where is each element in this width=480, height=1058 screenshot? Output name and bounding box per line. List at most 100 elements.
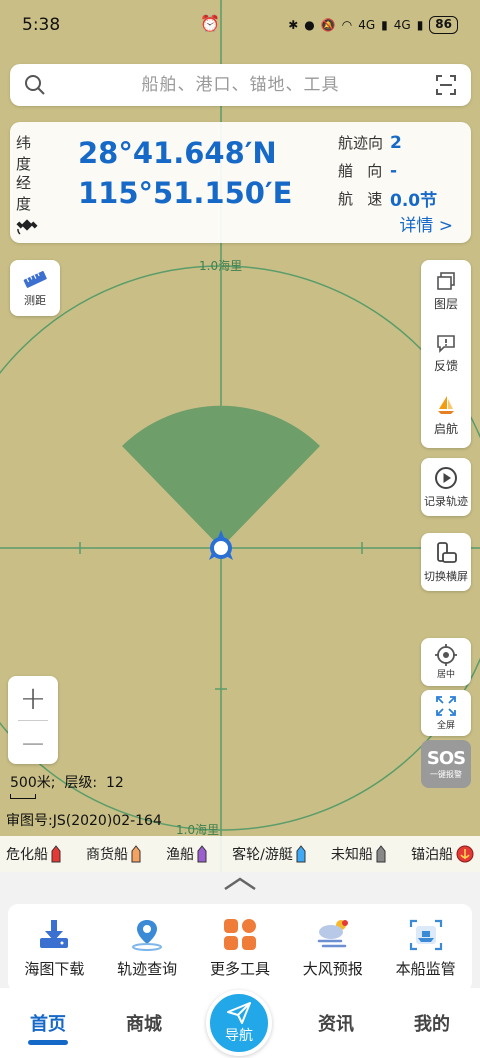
sos-button[interactable]: SOS 一键报警 bbox=[421, 740, 471, 788]
sailboat-icon bbox=[438, 395, 454, 414]
range-label-top: 1.0海里 bbox=[199, 258, 242, 273]
rotate-screen-icon bbox=[437, 541, 457, 563]
network-label-1: 4G bbox=[358, 18, 376, 32]
tool-ship-monitor[interactable]: 本船监管 bbox=[382, 918, 470, 979]
latitude-row: 纬 度 28°41.648′N bbox=[16, 132, 277, 174]
landscape-label: 切换横屏 bbox=[424, 569, 468, 583]
anchored-ship-icon bbox=[456, 845, 474, 863]
fishing-ship-icon bbox=[197, 845, 207, 863]
tab-label: 资讯 bbox=[318, 1014, 354, 1035]
range-label-bottom: 1.0海里 bbox=[176, 822, 219, 837]
sail-button[interactable]: 启航 bbox=[421, 384, 471, 446]
record-track-label: 记录轨迹 bbox=[424, 494, 468, 508]
chevron-up-icon[interactable] bbox=[222, 876, 258, 892]
longitude-label: 经 度 bbox=[16, 174, 42, 213]
fullscreen-icon bbox=[436, 696, 456, 716]
layers-button[interactable]: 图层 bbox=[421, 260, 471, 322]
feedback-button[interactable]: 反馈 bbox=[421, 322, 471, 384]
tool-label: 轨迹查询 bbox=[117, 959, 178, 978]
alarm-icon: ⏰ bbox=[200, 14, 220, 33]
legend-item: 危化船 bbox=[6, 844, 61, 864]
tool-more-tools[interactable]: 更多工具 bbox=[196, 918, 284, 979]
mute-icon: 🔕 bbox=[320, 18, 336, 32]
chart-approval-number: 审图号:JS(2020)02-164 bbox=[6, 813, 162, 829]
unknown-ship-icon bbox=[376, 845, 386, 863]
course-label: 航迹向 bbox=[338, 134, 384, 152]
tool-label: 本船监管 bbox=[395, 959, 456, 978]
measure-button[interactable]: 测距 bbox=[10, 260, 60, 316]
feedback-icon bbox=[437, 334, 455, 353]
play-circle-icon bbox=[435, 466, 457, 489]
navigate-label: 导航 bbox=[225, 1028, 253, 1044]
tab-home[interactable]: 首页 bbox=[0, 1010, 96, 1045]
legend-item: 锚泊船 bbox=[411, 844, 474, 864]
tab-mall[interactable]: 商城 bbox=[96, 1010, 192, 1036]
course-row: 航迹向 2 bbox=[338, 132, 402, 153]
tool-label: 更多工具 bbox=[209, 959, 270, 978]
location-icon: ● bbox=[304, 18, 315, 32]
center-label: 居中 bbox=[436, 670, 455, 680]
tab-mine[interactable]: 我的 bbox=[384, 1010, 480, 1036]
locate-icon bbox=[435, 644, 457, 666]
landscape-button[interactable]: 切换横屏 bbox=[421, 533, 471, 591]
sail-label: 启航 bbox=[433, 421, 458, 436]
tool-chart-download[interactable]: 海图下载 bbox=[10, 918, 98, 979]
legend-item: 未知船 bbox=[331, 844, 386, 864]
wind-forecast-icon bbox=[317, 919, 348, 947]
paper-plane-icon bbox=[227, 1002, 251, 1024]
latitude-label: 纬 度 bbox=[16, 134, 42, 173]
tab-label: 首页 bbox=[30, 1014, 66, 1035]
tab-label: 商城 bbox=[126, 1014, 162, 1035]
ruler-icon bbox=[23, 270, 47, 288]
fullscreen-button[interactable]: 全屏 bbox=[421, 690, 471, 736]
status-icons: ✱ ● 🔕 ◠ 4G ▮ 4G ▮ 86 bbox=[288, 16, 458, 34]
feedback-label: 反馈 bbox=[433, 358, 458, 373]
signal-icon-2: ▮ bbox=[416, 18, 424, 32]
battery-icon: 86 bbox=[429, 16, 458, 34]
tool-track-query[interactable]: 轨迹查询 bbox=[103, 918, 191, 979]
speed-label: 航 速 bbox=[338, 190, 383, 208]
legend-item: 商货船 bbox=[86, 844, 141, 864]
course-value: 2 bbox=[390, 132, 402, 153]
signal-icon: ▮ bbox=[381, 18, 388, 32]
heading-label: 艏 向 bbox=[338, 162, 383, 180]
position-info-card: 纬 度 28°41.648′N 经 度 115°51.150′E 航迹向 2 艏… bbox=[10, 122, 471, 243]
status-time: 5:38 bbox=[22, 15, 61, 35]
tool-label: 大风预报 bbox=[302, 959, 363, 978]
center-button[interactable]: 居中 bbox=[421, 638, 471, 686]
search-input[interactable] bbox=[46, 75, 435, 95]
cargo-ship-icon bbox=[131, 845, 141, 863]
search-icon bbox=[25, 75, 45, 95]
quick-tools: 海图下载 轨迹查询 更多工具 大风预报 本船监管 bbox=[8, 904, 472, 992]
navigate-button[interactable]: 导航 bbox=[206, 990, 272, 1056]
status-bar: 5:38 ✱ ● 🔕 ◠ 4G ▮ 4G ▮ 86 bbox=[0, 0, 480, 50]
wifi-icon: ◠ bbox=[341, 18, 353, 32]
heading-row: 艏 向 - bbox=[338, 160, 397, 181]
zoom-out-button[interactable]: — bbox=[8, 721, 58, 765]
legend-item: 客轮/游艇 bbox=[232, 844, 306, 864]
fullscreen-label: 全屏 bbox=[436, 721, 455, 731]
record-track-button[interactable]: 记录轨迹 bbox=[421, 458, 471, 516]
vessel-legend: 危化船 商货船 渔船 客轮/游艇 未知船 锚泊船 bbox=[0, 836, 480, 872]
longitude-value: 115°51.150′E bbox=[78, 176, 293, 210]
longitude-row: 经 度 115°51.150′E bbox=[16, 172, 292, 214]
satellite-icon bbox=[16, 219, 38, 235]
download-icon bbox=[40, 919, 69, 948]
tab-active-indicator bbox=[28, 1040, 68, 1045]
measure-label: 测距 bbox=[24, 293, 46, 307]
search-bar[interactable] bbox=[10, 64, 471, 106]
tool-label: 海图下载 bbox=[24, 959, 85, 978]
heading-value: - bbox=[390, 160, 398, 181]
hazmat-ship-icon bbox=[51, 845, 61, 863]
scale-level-text: 500米; 层级: 12 bbox=[10, 775, 124, 791]
scan-icon[interactable] bbox=[435, 74, 457, 96]
tool-wind-forecast[interactable]: 大风预报 bbox=[289, 918, 377, 979]
detail-link[interactable]: 详情 > bbox=[399, 211, 453, 236]
ship-monitor-icon bbox=[409, 919, 442, 950]
speed-row: 航 速 0.0节 bbox=[338, 186, 437, 211]
sos-sub-label: 一键报警 bbox=[430, 769, 462, 779]
zoom-in-button[interactable]: + bbox=[8, 676, 58, 720]
sos-title: SOS bbox=[426, 747, 466, 769]
network-label-2: 4G bbox=[393, 18, 411, 32]
tab-news[interactable]: 资讯 bbox=[288, 1010, 384, 1036]
